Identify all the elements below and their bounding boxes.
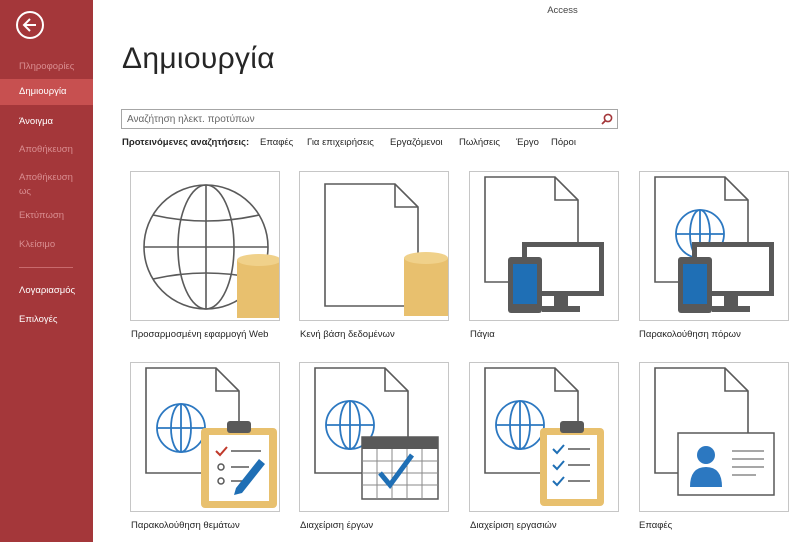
- template-label: Προσαρμοσμένη εφαρμογή Web: [131, 329, 269, 340]
- globe-devices-icon: [654, 176, 774, 313]
- sidebar-item-save[interactable]: Αποθήκευση: [0, 143, 93, 157]
- app-title: Access: [547, 5, 578, 16]
- globe-calendar-icon: [314, 367, 439, 500]
- suggested-search-link[interactable]: Επαφές: [260, 137, 293, 148]
- backstage-sidebar: Πληροφορίες Δημιουργία Άνοιγμα Αποθήκευσ…: [0, 0, 93, 542]
- template-tile-contacts[interactable]: [639, 362, 789, 512]
- document-devices-icon: [484, 176, 604, 313]
- template-tile-blank-database[interactable]: [299, 171, 449, 321]
- suggested-search-link[interactable]: Πόροι: [551, 137, 576, 148]
- template-search: [121, 109, 618, 129]
- sidebar-item-new[interactable]: Δημιουργία: [0, 79, 93, 105]
- suggested-search-link[interactable]: Εργαζόμενοι: [390, 137, 443, 148]
- suggested-search-link[interactable]: Για επιχειρήσεις: [307, 137, 374, 148]
- document-database-icon: [324, 183, 448, 316]
- template-label: Επαφές: [639, 520, 673, 531]
- sidebar-divider: [19, 267, 73, 268]
- sidebar-item-close[interactable]: Κλείσιμο: [0, 238, 93, 252]
- template-tile-project-management[interactable]: [299, 362, 449, 512]
- sidebar-item-print[interactable]: Εκτύπωση: [0, 209, 93, 223]
- globe-database-icon: [143, 184, 279, 318]
- template-tile-assets[interactable]: [469, 171, 619, 321]
- template-label: Παρακολούθηση πόρων: [639, 329, 741, 340]
- globe-clipboard-icon: [145, 367, 277, 508]
- sidebar-item-account[interactable]: Λογαριασμός: [0, 284, 93, 298]
- template-tile-resource-tracking[interactable]: [639, 171, 789, 321]
- template-tile-custom-web-app[interactable]: [130, 171, 280, 321]
- template-tile-issue-tracking[interactable]: [130, 362, 280, 512]
- sidebar-item-info[interactable]: Πληροφορίες: [0, 60, 93, 74]
- globe-checklist-icon: [484, 367, 604, 506]
- contact-card-icon: [654, 367, 775, 496]
- suggested-search-link[interactable]: Έργο: [516, 137, 539, 148]
- back-button[interactable]: [16, 11, 44, 39]
- arrow-left-icon: [22, 18, 36, 32]
- template-label: Διαχείριση έργων: [300, 520, 374, 531]
- template-label: Παρακολούθηση θεμάτων: [131, 520, 240, 531]
- template-label: Πάγια: [470, 329, 495, 340]
- sidebar-item-save-as[interactable]: Αποθήκευση ως: [0, 171, 80, 199]
- search-input[interactable]: [122, 110, 602, 128]
- template-tile-task-management[interactable]: [469, 362, 619, 512]
- suggested-searches-label: Προτεινόμενες αναζητήσεις:: [122, 137, 250, 148]
- search-icon[interactable]: [600, 112, 614, 126]
- suggested-search-link[interactable]: Πωλήσεις: [459, 137, 500, 148]
- template-label: Διαχείριση εργασιών: [470, 520, 557, 531]
- sidebar-item-options[interactable]: Επιλογές: [0, 313, 93, 327]
- template-label: Κενή βάση δεδομένων: [300, 329, 395, 340]
- sidebar-item-open[interactable]: Άνοιγμα: [0, 115, 93, 129]
- page-title: Δημιουργία: [122, 42, 275, 75]
